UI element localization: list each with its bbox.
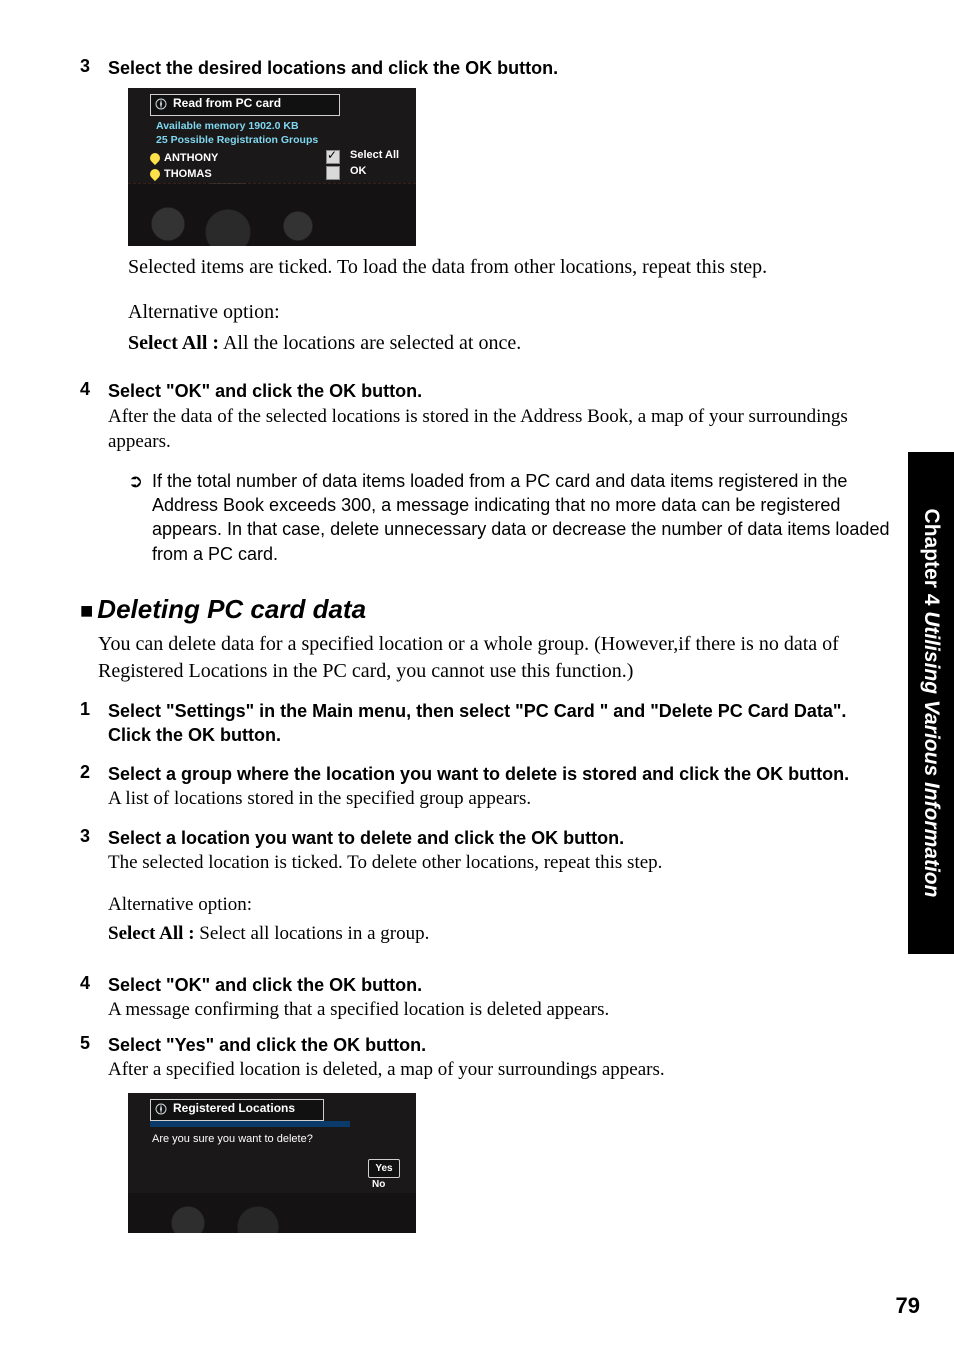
possible-groups-label: 25 Possible Registration Groups bbox=[156, 134, 318, 146]
decorative-bar bbox=[150, 1121, 350, 1127]
step-3: 3 Select the desired locations and click… bbox=[80, 56, 894, 80]
no-button: No bbox=[372, 1179, 385, 1190]
decorative-gears bbox=[128, 1193, 416, 1233]
yes-button: Yes bbox=[368, 1159, 400, 1178]
note-text: If the total number of data items loaded… bbox=[152, 469, 894, 566]
available-memory-label: Available memory 1902.0 KB bbox=[156, 120, 299, 132]
select-all-label: Select All : bbox=[108, 923, 195, 944]
select-all-description: All the locations are selected at once. bbox=[219, 332, 521, 354]
delete-step-5: 5 Select "Yes" and click the OK button. … bbox=[80, 1033, 894, 1083]
delete-step-2-paragraph: A list of locations stored in the specif… bbox=[108, 786, 894, 812]
note: ➲ If the total number of data items load… bbox=[128, 469, 894, 566]
ok-button: OK bbox=[350, 165, 367, 177]
delete-step-4: 4 Select "OK" and click the OK button. A… bbox=[80, 973, 894, 1023]
select-all-label: Select All : bbox=[128, 332, 219, 354]
side-tab: Chapter 4 Utilising Various Information bbox=[908, 452, 954, 954]
delete-step-1-heading: Select "Settings" in the Main menu, then… bbox=[108, 699, 894, 748]
step-3-heading: Select the desired locations and click t… bbox=[108, 56, 894, 80]
step-number: 2 bbox=[80, 762, 108, 812]
delete-step-5-heading: Select "Yes" and click the OK button. bbox=[108, 1033, 894, 1057]
checkbox-checked-icon bbox=[326, 150, 340, 164]
window-title-bar: Read from PC card bbox=[150, 94, 340, 116]
list-item-label: ANTHONY bbox=[164, 152, 218, 164]
step-3-option: Select All : All the locations are selec… bbox=[128, 330, 894, 357]
delete-step-3-paragraph-2: Alternative option: bbox=[108, 892, 894, 918]
step-number: 1 bbox=[80, 699, 108, 748]
list-item: ANTHONY bbox=[150, 150, 328, 165]
side-tab-title: Utilising Various Information bbox=[920, 605, 943, 897]
step-number: 3 bbox=[80, 826, 108, 947]
step-3-paragraph-1: Selected items are ticked. To load the d… bbox=[128, 254, 894, 281]
delete-step-1: 1 Select "Settings" in the Main menu, th… bbox=[80, 699, 894, 748]
delete-step-3: 3 Select a location you want to delete a… bbox=[80, 826, 894, 947]
delete-step-5-paragraph: After a specified location is deleted, a… bbox=[108, 1057, 894, 1083]
step-number: 4 bbox=[80, 973, 108, 1023]
pin-icon bbox=[148, 167, 162, 181]
page: 3 Select the desired locations and click… bbox=[0, 0, 954, 1349]
delete-step-4-heading: Select "OK" and click the OK button. bbox=[108, 973, 894, 997]
select-all-button: Select All bbox=[350, 149, 399, 161]
checkbox-icon bbox=[326, 166, 340, 180]
list-item-label: THOMAS bbox=[164, 168, 212, 180]
confirm-message: Are you sure you want to delete? bbox=[152, 1133, 313, 1145]
compass-icon bbox=[155, 98, 167, 110]
step-number: 4 bbox=[80, 379, 108, 455]
page-number: 79 bbox=[896, 1293, 920, 1319]
compass-icon bbox=[155, 1103, 167, 1115]
section-title: Deleting PC card data bbox=[97, 594, 366, 625]
screenshot-read-from-pc-card: Read from PC card Available memory 1902.… bbox=[128, 88, 894, 246]
note-arrow-icon: ➲ bbox=[128, 469, 152, 566]
step-4-paragraph-1: After the data of the selected locations… bbox=[108, 404, 894, 455]
step-4: 4 Select "OK" and click the OK button. A… bbox=[80, 379, 894, 455]
delete-step-2: 2 Select a group where the location you … bbox=[80, 762, 894, 812]
step-number: 5 bbox=[80, 1033, 108, 1083]
step-4-heading: Select "OK" and click the OK button. bbox=[108, 379, 894, 403]
step-number: 3 bbox=[80, 56, 108, 80]
delete-step-4-paragraph: A message confirming that a specified lo… bbox=[108, 997, 894, 1023]
side-tab-chapter: Chapter 4 bbox=[920, 509, 943, 606]
pin-icon bbox=[148, 151, 162, 165]
screenshot-registered-locations: Registered Locations Are you sure you wa… bbox=[128, 1093, 894, 1233]
delete-step-3-heading: Select a location you want to delete and… bbox=[108, 826, 894, 850]
step-3-paragraph-2: Alternative option: bbox=[128, 299, 894, 326]
section-intro: You can delete data for a specified loca… bbox=[98, 631, 894, 685]
window-title: Registered Locations bbox=[173, 1101, 295, 1115]
list-item: THOMAS bbox=[150, 166, 328, 181]
section-heading: ■ Deleting PC card data bbox=[80, 594, 894, 625]
window-title: Read from PC card bbox=[173, 96, 281, 110]
window-title-bar: Registered Locations bbox=[150, 1099, 324, 1121]
select-all-description: Select all locations in a group. bbox=[195, 923, 430, 944]
square-bullet-icon: ■ bbox=[80, 598, 93, 624]
delete-step-3-option: Select All : Select all locations in a g… bbox=[108, 921, 894, 947]
delete-step-3-paragraph-1: The selected location is ticked. To dele… bbox=[108, 850, 894, 876]
delete-step-2-heading: Select a group where the location you wa… bbox=[108, 762, 894, 786]
decorative-gears bbox=[128, 183, 416, 246]
